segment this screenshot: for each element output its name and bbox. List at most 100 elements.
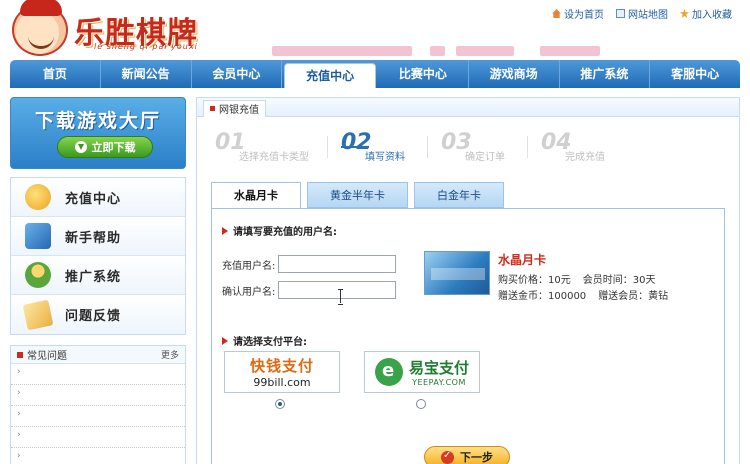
- nav-item-recharge[interactable]: 充值中心: [284, 63, 376, 88]
- next-step-button[interactable]: 下一步: [424, 446, 510, 464]
- recharge-panel: 网银充值 01 选择充值卡类型 02 填写资料 03 确定订单 04 完成充值 …: [196, 97, 740, 464]
- faq-list-item[interactable]: [11, 406, 185, 427]
- blurred-banner: [272, 46, 412, 56]
- payment-yeepay-domain: YEEPAY.COM: [412, 378, 466, 387]
- square-bullet-icon: [17, 351, 23, 358]
- tab-gold-halfyear[interactable]: 黄金半年卡: [307, 182, 408, 208]
- text-cursor-icon: [338, 289, 344, 305]
- side-item-label: 新手帮助: [65, 230, 122, 246]
- help-book-icon: [25, 223, 51, 249]
- product-info: 水晶月卡 购买价格：10元 会员时间：30天 赠送金币：100000 赠送会员：黄钻: [424, 249, 714, 302]
- username-section-title: 请填写要充值的用户名:: [222, 223, 337, 238]
- section-tab-label: 网银充值: [219, 105, 259, 116]
- sitemap-link[interactable]: 网站地图: [616, 6, 668, 21]
- yeepay-text-wrap: 易宝支付 YEEPAY.COM: [409, 357, 469, 387]
- payment-option-99bill[interactable]: 快钱支付 99bill.com: [224, 351, 340, 393]
- payment-yeepay-title: 易宝支付: [408, 359, 469, 377]
- payment-99bill-title: 快钱支付: [249, 357, 314, 375]
- recharge-username-row: 充值用户名:: [222, 255, 396, 273]
- product-member-time: 会员时间：30天: [582, 275, 656, 286]
- sitemap-label: 网站地图: [628, 10, 668, 21]
- faq-list-item[interactable]: [11, 364, 185, 385]
- faq-header: 常见问题 更多: [11, 346, 185, 364]
- step-label: 确定订单: [465, 152, 505, 163]
- blurred-banner: [456, 46, 514, 56]
- nav-item-promotion[interactable]: 推广系统: [560, 60, 651, 88]
- payment-option-yeepay[interactable]: 易宝支付 YEEPAY.COM: [364, 351, 480, 393]
- step-divider: [327, 136, 328, 158]
- side-item-promotion[interactable]: 推广系统: [11, 256, 185, 295]
- confirm-username-row: 确认用户名:: [222, 281, 396, 299]
- side-item-label: 充值中心: [65, 191, 122, 207]
- add-favorite-label: 加入收藏: [692, 10, 732, 21]
- payment-radio-yeepay[interactable]: [416, 399, 426, 409]
- faq-list-item[interactable]: [11, 427, 185, 448]
- confirm-username-input[interactable]: [278, 281, 396, 299]
- tab-crystal-monthly[interactable]: 水晶月卡: [211, 182, 301, 209]
- download-button-label: 立即下载: [91, 141, 136, 154]
- side-item-help[interactable]: 新手帮助: [11, 217, 185, 256]
- faq-title-wrap: 常见问题: [17, 347, 67, 362]
- yeepay-logo-icon: [374, 358, 403, 386]
- payment-99bill-domain: 99bill.com: [253, 376, 311, 389]
- faq-box: 常见问题 更多: [10, 345, 186, 464]
- nav-item-news[interactable]: 新闻公告: [101, 60, 192, 88]
- set-homepage-link[interactable]: 设为首页: [552, 6, 604, 21]
- set-homepage-label: 设为首页: [564, 10, 604, 21]
- step-label: 完成充值: [565, 152, 605, 163]
- product-price: 购买价格：10元: [498, 275, 571, 286]
- tab-content: 请填写要充值的用户名: 充值用户名: 确认用户名: 水晶月卡 购买价格：10元会…: [211, 208, 725, 464]
- recharge-icon: [25, 184, 51, 210]
- product-bonus-gold: 赠送金币：100000: [498, 291, 587, 302]
- blurred-banner: [540, 46, 600, 56]
- sitemap-icon: [616, 9, 625, 18]
- site-logo[interactable]: 乐胜棋牌 le sheng qi pai youxi: [12, 0, 212, 58]
- step-label: 填写资料: [365, 152, 405, 163]
- step-divider: [427, 136, 428, 158]
- side-item-label: 问题反馈: [65, 309, 122, 324]
- tab-platinum-yearly[interactable]: 白金年卡: [414, 182, 504, 208]
- arrow-right-icon: [222, 226, 228, 235]
- star-icon: [680, 9, 689, 18]
- home-icon: [552, 9, 561, 18]
- faq-list-item[interactable]: [11, 385, 185, 406]
- download-arrow-icon: [74, 141, 87, 153]
- confirm-username-label: 确认用户名:: [222, 286, 276, 298]
- main-nav: 首页 新闻公告 会员中心 充值中心 比赛中心 游戏商场 推广系统 客服中心: [10, 60, 740, 88]
- product-bonus-member: 赠送会员：黄钻: [598, 291, 669, 302]
- add-favorite-link[interactable]: 加入收藏: [680, 6, 732, 21]
- nav-item-mall[interactable]: 游戏商场: [469, 60, 560, 88]
- side-menu: 充值中心 新手帮助 推广系统 问题反馈: [10, 177, 186, 335]
- square-bullet-icon: [210, 106, 215, 111]
- panel-header: 网银充值: [197, 98, 739, 117]
- side-item-label: 推广系统: [65, 269, 122, 285]
- recharge-username-input[interactable]: [278, 255, 396, 273]
- download-now-button[interactable]: 立即下载: [57, 136, 153, 158]
- arrow-right-icon: [222, 336, 228, 345]
- faq-list-item[interactable]: [11, 448, 185, 464]
- faq-title: 常见问题: [27, 351, 67, 362]
- side-item-feedback[interactable]: 问题反馈: [11, 295, 185, 334]
- promotion-icon: [25, 262, 51, 288]
- payment-section-title: 请选择支付平台:: [222, 333, 307, 348]
- side-item-recharge[interactable]: 充值中心: [11, 178, 185, 217]
- nav-item-service[interactable]: 客服中心: [650, 60, 740, 88]
- blurred-banner: [430, 46, 445, 56]
- nav-item-member[interactable]: 会员中心: [192, 60, 283, 88]
- faq-more-link[interactable]: 更多: [161, 348, 179, 361]
- payment-section-label: 请选择支付平台:: [233, 337, 307, 348]
- check-circle-icon: [441, 450, 454, 464]
- nav-item-home[interactable]: 首页: [10, 60, 101, 88]
- nav-item-match[interactable]: 比赛中心: [378, 60, 469, 88]
- step-label: 选择充值卡类型: [239, 152, 309, 163]
- product-line-1: 购买价格：10元 会员时间：30天: [498, 271, 655, 286]
- payment-radio-99bill[interactable]: [275, 399, 285, 409]
- step-divider: [527, 136, 528, 158]
- product-name: 水晶月卡: [498, 253, 547, 267]
- crystal-card-image: [424, 251, 490, 295]
- download-title: 下载游戏大厅: [34, 110, 161, 132]
- username-section-label: 请填写要充值的用户名:: [233, 227, 337, 238]
- left-sidebar: 下载游戏大厅 立即下载 充值中心 新手帮助 推广系统 问题反馈 常见问题 更多 …: [10, 97, 186, 464]
- download-box: 下载游戏大厅 立即下载: [10, 97, 186, 169]
- section-tab-bank-recharge: 网银充值: [203, 99, 266, 117]
